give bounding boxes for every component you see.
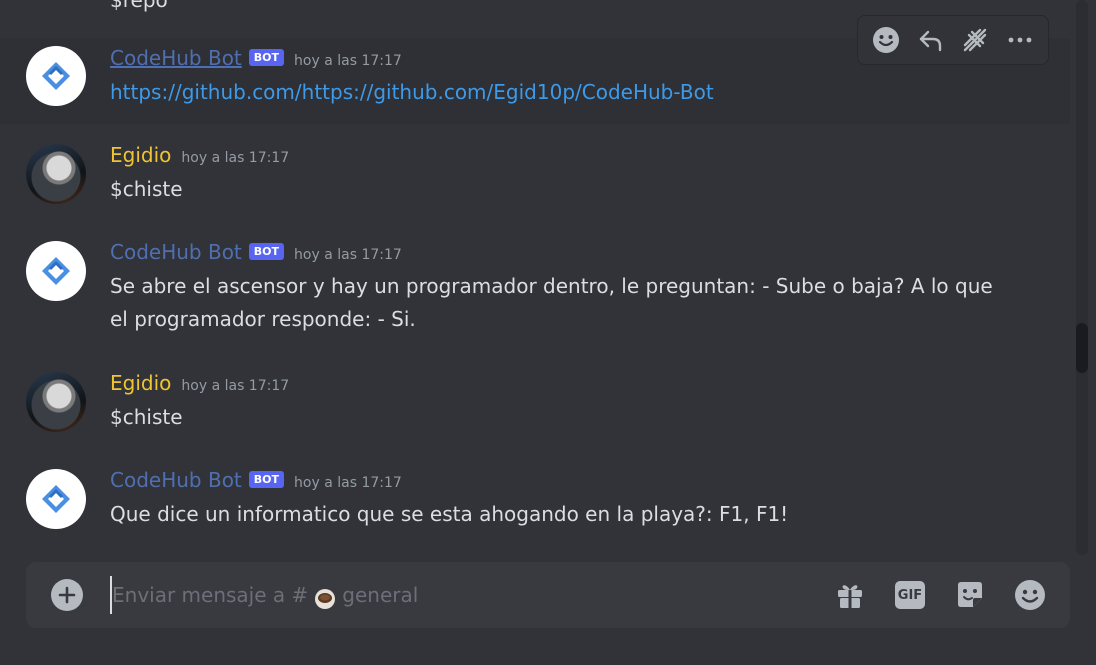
message-header: CodeHub Bot BOT hoy a las 17:17 — [110, 46, 402, 74]
message-item[interactable]: CodeHub Bot BOT hoy a las 17:17 Se abre … — [0, 233, 1070, 343]
emoji-reaction-icon — [873, 27, 900, 53]
partial-message-text: $repo — [110, 0, 168, 12]
message-header: CodeHub Bot BOT hoy a las 17:17 — [110, 468, 402, 496]
message-header: Egidio hoy a las 17:17 — [110, 143, 289, 171]
emoji-button[interactable] — [1010, 575, 1050, 615]
avatar[interactable] — [26, 46, 86, 106]
sticker-icon — [958, 582, 982, 607]
more-options-button[interactable] — [1000, 20, 1040, 60]
message-link[interactable]: https://github.com/https://github.com/Eg… — [110, 80, 714, 104]
message-content: Que dice un informatico que se esta ahog… — [110, 502, 789, 526]
gift-button[interactable] — [830, 575, 870, 615]
bot-badge: BOT — [248, 471, 285, 488]
username[interactable]: Egidio — [110, 143, 171, 167]
avatar[interactable] — [26, 241, 86, 301]
add-attachment-button[interactable] — [51, 579, 83, 611]
codehub-logo-icon — [42, 62, 70, 90]
username[interactable]: Egidio — [110, 371, 171, 395]
placeholder-prefix: Enviar mensaje a # — [112, 583, 309, 607]
message-line: Se abre el ascensor y hay un programador… — [110, 274, 993, 298]
message-header: Egidio hoy a las 17:17 — [110, 371, 289, 399]
message-composer: Enviar mensaje a # general GIF — [26, 562, 1070, 628]
timestamp[interactable]: hoy a las 17:17 — [181, 150, 289, 166]
sticker-button[interactable] — [950, 575, 990, 615]
add-attachment-icon — [58, 586, 76, 604]
timestamp[interactable]: hoy a las 17:17 — [181, 378, 289, 394]
create-thread-icon — [964, 28, 987, 52]
reply-icon — [919, 30, 941, 52]
coffee-icon — [314, 584, 336, 609]
timestamp[interactable]: hoy a las 17:17 — [294, 475, 402, 491]
scrollbar-track[interactable] — [1076, 0, 1088, 555]
timestamp[interactable]: hoy a las 17:17 — [294, 247, 402, 263]
bot-badge: BOT — [248, 49, 285, 66]
gift-icon — [838, 585, 862, 608]
message-item[interactable]: Egidio hoy a las 17:17 $chiste — [0, 363, 1070, 449]
bottom-strip — [0, 640, 1096, 665]
channel-name: general — [342, 583, 419, 607]
message-hover-toolbar — [857, 15, 1049, 65]
codehub-logo-icon — [42, 485, 70, 513]
bot-badge: BOT — [248, 243, 285, 260]
add-reaction-button[interactable] — [866, 20, 906, 60]
emoji-icon — [1015, 580, 1045, 610]
message-content: Se abre el ascensor y hay un programador… — [110, 270, 1010, 336]
message-item[interactable]: CodeHub Bot BOT hoy a las 17:17 https://… — [0, 15, 1070, 124]
avatar[interactable] — [26, 144, 86, 204]
username[interactable]: CodeHub Bot — [110, 46, 242, 70]
message-input[interactable]: Enviar mensaje a # general — [110, 576, 792, 614]
scrollbar-thumb[interactable] — [1076, 323, 1088, 373]
message-header: CodeHub Bot BOT hoy a las 17:17 — [110, 240, 402, 268]
timestamp[interactable]: hoy a las 17:17 — [294, 53, 402, 69]
avatar[interactable] — [26, 469, 86, 529]
username[interactable]: CodeHub Bot — [110, 240, 242, 264]
message-content: https://github.com/https://github.com/Eg… — [110, 76, 1010, 109]
codehub-logo-icon — [42, 257, 70, 285]
message-line: el programador responde: - Si. — [110, 307, 416, 331]
chat-messages-area: $repo CodeHub Bot BOT hoy a las 17:17 ht… — [0, 0, 1096, 560]
message-content: $chiste — [110, 405, 183, 429]
gif-icon: GIF — [895, 581, 925, 609]
message-content: $chiste — [110, 177, 183, 201]
message-item[interactable]: Egidio hoy a las 17:17 $chiste — [0, 135, 1070, 221]
gif-button[interactable]: GIF — [890, 575, 930, 615]
create-thread-button[interactable] — [955, 20, 995, 60]
username[interactable]: CodeHub Bot — [110, 468, 242, 492]
message-item[interactable]: CodeHub Bot BOT hoy a las 17:17 Que dice… — [0, 461, 1070, 547]
more-options-icon — [1008, 37, 1032, 43]
avatar[interactable] — [26, 372, 86, 432]
composer-actions: GIF — [830, 575, 1050, 615]
reply-button[interactable] — [911, 20, 951, 60]
